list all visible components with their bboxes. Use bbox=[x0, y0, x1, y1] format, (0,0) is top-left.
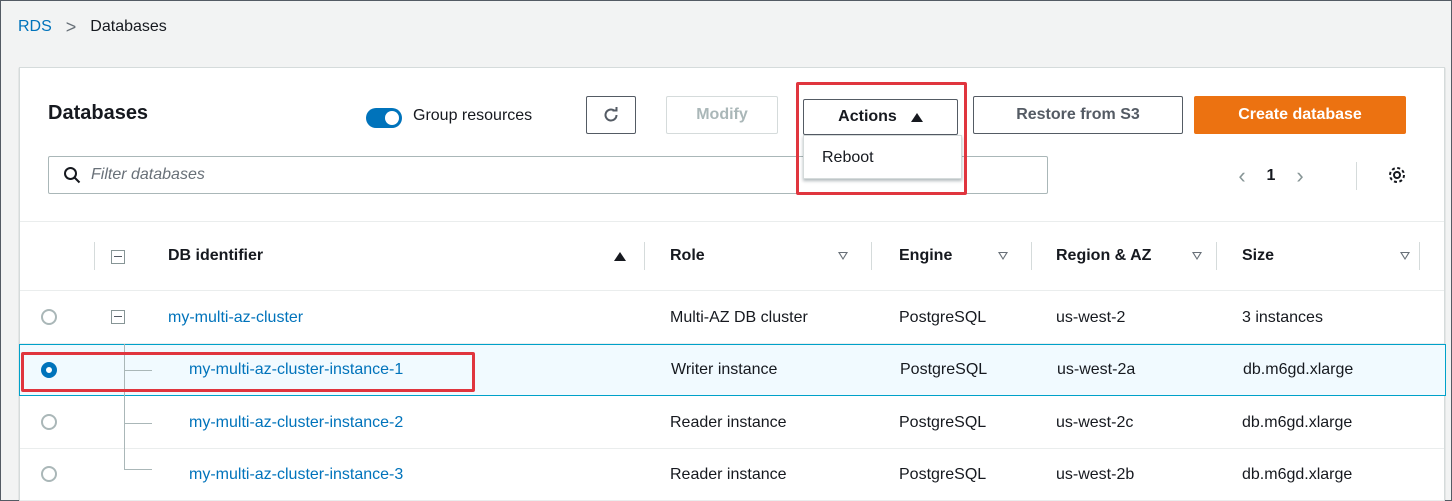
db-identifier-link[interactable]: my-multi-az-cluster-instance-1 bbox=[189, 361, 403, 379]
breadcrumb: RDS > Databases bbox=[18, 16, 167, 38]
breadcrumb-current: Databases bbox=[90, 18, 167, 35]
cell-engine: PostgreSQL bbox=[899, 413, 987, 431]
tree-connector-vertical bbox=[124, 344, 125, 470]
caret-up-icon bbox=[910, 112, 923, 122]
sort-descending-icon bbox=[1192, 252, 1202, 260]
column-label: Region & AZ bbox=[1056, 247, 1152, 264]
cell-region: us-west-2c bbox=[1056, 413, 1134, 431]
column-header-engine[interactable]: Engine bbox=[899, 222, 1008, 290]
column-header-role[interactable]: Role bbox=[670, 222, 848, 290]
cell-role: Reader instance bbox=[670, 413, 787, 431]
modify-button[interactable]: Modify bbox=[666, 96, 778, 134]
cell-engine: PostgreSQL bbox=[899, 308, 987, 326]
cell-size: db.m6gd.xlarge bbox=[1242, 413, 1353, 431]
column-header-db-identifier[interactable]: DB identifier bbox=[168, 222, 626, 290]
table-row-selected[interactable]: my-multi-az-cluster-instance-1 Writer in… bbox=[19, 344, 1446, 396]
column-header-region[interactable]: Region & AZ bbox=[1056, 222, 1202, 290]
cell-engine: PostgreSQL bbox=[899, 465, 987, 483]
chevron-right-icon[interactable]: › bbox=[1288, 163, 1312, 189]
collapse-all-icon[interactable] bbox=[111, 250, 125, 264]
group-resources-label: Group resources bbox=[413, 107, 533, 124]
gear-icon[interactable] bbox=[1387, 165, 1407, 190]
cell-role: Writer instance bbox=[671, 361, 778, 378]
cell-region: us-west-2a bbox=[1057, 361, 1136, 378]
chevron-left-icon[interactable]: ‹ bbox=[1230, 163, 1254, 189]
table-row[interactable]: my-multi-az-cluster Multi-AZ DB cluster … bbox=[20, 292, 1444, 344]
table-row[interactable]: my-multi-az-cluster-instance-2 Reader in… bbox=[20, 397, 1444, 449]
column-separator bbox=[1031, 242, 1032, 270]
sort-ascending-icon bbox=[614, 251, 626, 261]
tree-connector-branch bbox=[124, 469, 152, 470]
column-separator bbox=[1419, 242, 1420, 270]
page-number[interactable]: 1 bbox=[1254, 167, 1288, 185]
sort-descending-icon bbox=[838, 252, 848, 260]
column-label: Role bbox=[670, 247, 705, 264]
breadcrumb-separator: > bbox=[65, 16, 77, 37]
restore-from-s3-button[interactable]: Restore from S3 bbox=[973, 96, 1183, 134]
db-identifier-link[interactable]: my-multi-az-cluster bbox=[168, 309, 303, 327]
column-label: DB identifier bbox=[168, 247, 264, 264]
sort-descending-icon bbox=[998, 252, 1008, 260]
cell-db-identifier: my-multi-az-cluster-instance-3 bbox=[189, 449, 403, 500]
tree-connector-branch bbox=[124, 370, 152, 371]
breadcrumb-rds-link[interactable]: RDS bbox=[18, 18, 52, 36]
cell-role: Reader instance bbox=[670, 465, 787, 483]
column-separator bbox=[871, 242, 872, 270]
cell-size: db.m6gd.xlarge bbox=[1243, 361, 1354, 378]
column-header-size[interactable]: Size bbox=[1242, 222, 1410, 290]
column-separator bbox=[644, 242, 645, 270]
cell-db-identifier: my-multi-az-cluster-instance-1 bbox=[189, 345, 403, 395]
actions-dropdown-menu: Reboot bbox=[803, 135, 962, 179]
cell-size: 3 instances bbox=[1242, 308, 1323, 326]
row-radio[interactable] bbox=[41, 414, 57, 430]
actions-label: Actions bbox=[838, 108, 897, 125]
collapse-icon[interactable] bbox=[111, 310, 125, 324]
cell-size: db.m6gd.xlarge bbox=[1242, 465, 1353, 483]
cell-db-identifier: my-multi-az-cluster bbox=[168, 292, 303, 343]
tree-connector-branch bbox=[124, 423, 152, 424]
row-radio-checked[interactable] bbox=[41, 362, 57, 378]
databases-panel: Databases Group resources Modify Actions… bbox=[19, 67, 1446, 501]
page-title: Databases bbox=[48, 102, 149, 124]
refresh-button[interactable] bbox=[586, 96, 636, 134]
cell-region: us-west-2 bbox=[1056, 308, 1126, 326]
row-radio[interactable] bbox=[41, 309, 57, 325]
cell-db-identifier: my-multi-az-cluster-instance-2 bbox=[189, 397, 403, 448]
group-resources-toggle[interactable] bbox=[366, 108, 402, 128]
menu-item-reboot[interactable]: Reboot bbox=[822, 149, 961, 167]
refresh-icon bbox=[602, 106, 620, 124]
db-identifier-link[interactable]: my-multi-az-cluster-instance-2 bbox=[189, 414, 403, 432]
db-identifier-link[interactable]: my-multi-az-cluster-instance-3 bbox=[189, 466, 403, 484]
table-header: DB identifier Role Engine Region & AZ Si… bbox=[20, 221, 1444, 291]
sort-descending-icon bbox=[1400, 252, 1410, 260]
cell-engine: PostgreSQL bbox=[900, 361, 988, 378]
cell-region: us-west-2b bbox=[1056, 465, 1135, 483]
search-icon bbox=[63, 166, 81, 189]
toggle-knob bbox=[385, 111, 399, 125]
table-row[interactable]: my-multi-az-cluster-instance-3 Reader in… bbox=[20, 449, 1444, 501]
pager-divider bbox=[1356, 162, 1357, 190]
actions-button[interactable]: Actions bbox=[803, 99, 958, 135]
column-label: Size bbox=[1242, 247, 1275, 264]
pagination: ‹ 1 › bbox=[1230, 162, 1405, 190]
cell-role: Multi-AZ DB cluster bbox=[670, 308, 808, 326]
column-separator bbox=[94, 242, 95, 270]
create-database-button[interactable]: Create database bbox=[1194, 96, 1406, 134]
column-label: Engine bbox=[899, 247, 953, 264]
row-radio[interactable] bbox=[41, 466, 57, 482]
column-separator bbox=[1216, 242, 1217, 270]
